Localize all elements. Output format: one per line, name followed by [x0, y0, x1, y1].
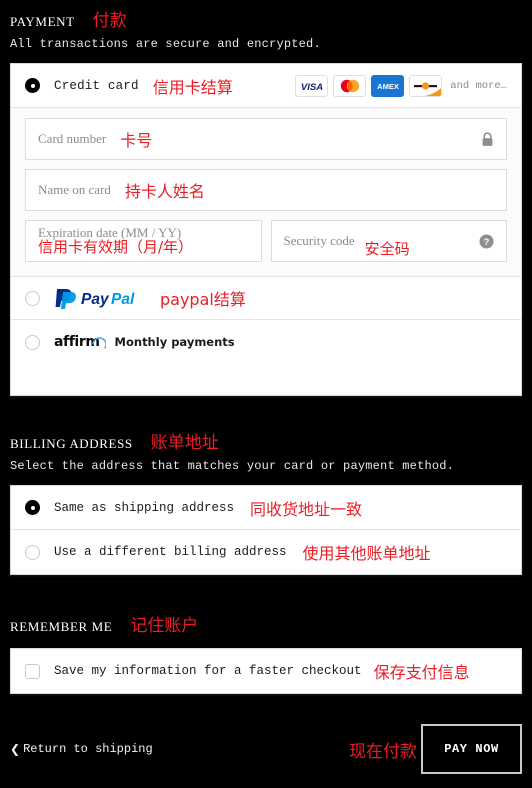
remember-section-header: REMEMBER ME 记住账户 [10, 605, 522, 636]
chevron-left-icon: ❮ [10, 742, 21, 756]
payment-title: PAYMENT [10, 14, 75, 29]
visa-icon: VISA [295, 74, 329, 97]
footer-actions: 现在付款 PAY NOW [349, 724, 522, 774]
billing-title: BILLING ADDRESS [10, 436, 133, 451]
svg-text:VISA: VISA [301, 82, 323, 92]
payment-method-affirm[interactable]: affirm Monthly payments [11, 320, 521, 364]
billing-same-annotation: 同收货地址一致 [250, 499, 363, 519]
svg-text:Pal: Pal [111, 291, 135, 308]
credit-card-annotation: 信用卡结算 [152, 77, 233, 97]
name-on-card-annotation: 持卡人姓名 [124, 182, 205, 201]
billing-different-annotation: 使用其他账单地址 [302, 544, 431, 563]
discover-icon [409, 74, 443, 97]
card-brand-list: VISA AMEX and more… [295, 74, 507, 97]
save-information-annotation: 保存支付信息 [373, 663, 470, 682]
payment-panel-scroll-shadow [338, 395, 503, 396]
billing-subtitle: Select the address that matches your car… [10, 459, 455, 473]
amex-icon: AMEX [371, 74, 405, 97]
svg-text:Pay: Pay [81, 291, 110, 308]
security-code-field[interactable]: Security code 安全码 ? [270, 220, 507, 262]
affirm-logo-icon: affirm [54, 334, 106, 350]
radio-affirm[interactable] [25, 334, 40, 350]
security-code-annotation: 安全码 [364, 240, 410, 258]
card-number-field[interactable]: Card number 卡号 [25, 118, 507, 160]
billing-option-label-same: Same as shipping address [54, 500, 235, 515]
pay-now-annotation: 现在付款 [349, 741, 417, 762]
expiration-date-field[interactable]: Expiration date (MM / YY) 信用卡有效期（月/年） [25, 220, 262, 262]
remember-title: REMEMBER ME [10, 619, 113, 634]
payment-section-header: PAYMENT 付款 [10, 0, 522, 31]
expiration-date-label: Expiration date (MM / YY) [38, 224, 182, 240]
expiration-date-annotation: 信用卡有效期（月/年） [38, 238, 194, 257]
paypal-logo-icon: Pay Pal [54, 287, 150, 309]
payment-method-paypal[interactable]: Pay Pal paypal结算 [11, 276, 521, 320]
lock-icon [481, 131, 494, 147]
checkout-payment-page: PAYMENT 付款 All transactions are secure a… [0, 0, 532, 788]
billing-address-card: Same as shipping address 同收货地址一致 Use a d… [10, 485, 522, 575]
return-to-shipping-label: Return to shipping [23, 742, 153, 756]
payment-method-label-credit-card: Credit card [54, 78, 139, 93]
payment-method-credit-card[interactable]: Credit card 信用卡结算 VISA AMEX and more… [11, 64, 521, 108]
pay-now-button[interactable]: PAY NOW [421, 724, 522, 774]
expiry-security-row: Expiration date (MM / YY) 信用卡有效期（月/年） Se… [25, 220, 507, 262]
and-more-label: and more… [450, 79, 507, 92]
checkbox-save-information[interactable] [25, 663, 40, 679]
radio-same-as-shipping[interactable] [25, 500, 40, 515]
card-number-annotation: 卡号 [120, 131, 153, 150]
radio-paypal[interactable] [25, 290, 40, 306]
billing-title-annotation: 账单地址 [150, 433, 219, 453]
remember-title-annotation: 记住账户 [130, 616, 199, 636]
billing-option-same-as-shipping[interactable]: Same as shipping address 同收货地址一致 [11, 486, 521, 530]
billing-option-label-different: Use a different billing address [54, 545, 287, 559]
payment-methods-card: Credit card 信用卡结算 VISA AMEX and more… Ca… [10, 63, 522, 396]
mastercard-icon [333, 74, 367, 97]
expiration-stack: Expiration date (MM / YY) 信用卡有效期（月/年） [38, 226, 193, 256]
name-on-card-field[interactable]: Name on card 持卡人姓名 [25, 169, 507, 211]
radio-credit-card[interactable] [25, 78, 40, 93]
name-on-card-label: Name on card [38, 182, 111, 197]
svg-text:AMEX: AMEX [377, 82, 399, 91]
payment-title-annotation: 付款 [92, 11, 127, 31]
paypal-annotation: paypal结算 [160, 290, 246, 309]
save-information-label: Save my information for a faster checkou… [54, 664, 362, 678]
checkout-footer: ❮ Return to shipping 现在付款 PAY NOW [10, 724, 522, 774]
credit-card-fields: Card number 卡号 Name on card 持卡人姓名 Expira… [11, 108, 521, 276]
help-circle-icon[interactable]: ? [479, 234, 494, 249]
return-to-shipping-link[interactable]: ❮ Return to shipping [10, 742, 153, 756]
radio-different-billing-address[interactable] [25, 544, 40, 560]
remember-me-card: Save my information for a faster checkou… [10, 648, 522, 694]
billing-section-header: BILLING ADDRESS 账单地址 [10, 422, 522, 453]
billing-option-different-address[interactable]: Use a different billing address 使用其他账单地址 [11, 530, 521, 574]
svg-text:?: ? [484, 237, 490, 248]
card-number-label: Card number [38, 131, 107, 146]
affirm-monthly-payments-label: Monthly payments [114, 335, 235, 349]
save-info-row[interactable]: Save my information for a faster checkou… [11, 649, 521, 693]
security-code-label: Security code [283, 233, 355, 248]
payment-subtitle: All transactions are secure and encrypte… [10, 37, 321, 51]
